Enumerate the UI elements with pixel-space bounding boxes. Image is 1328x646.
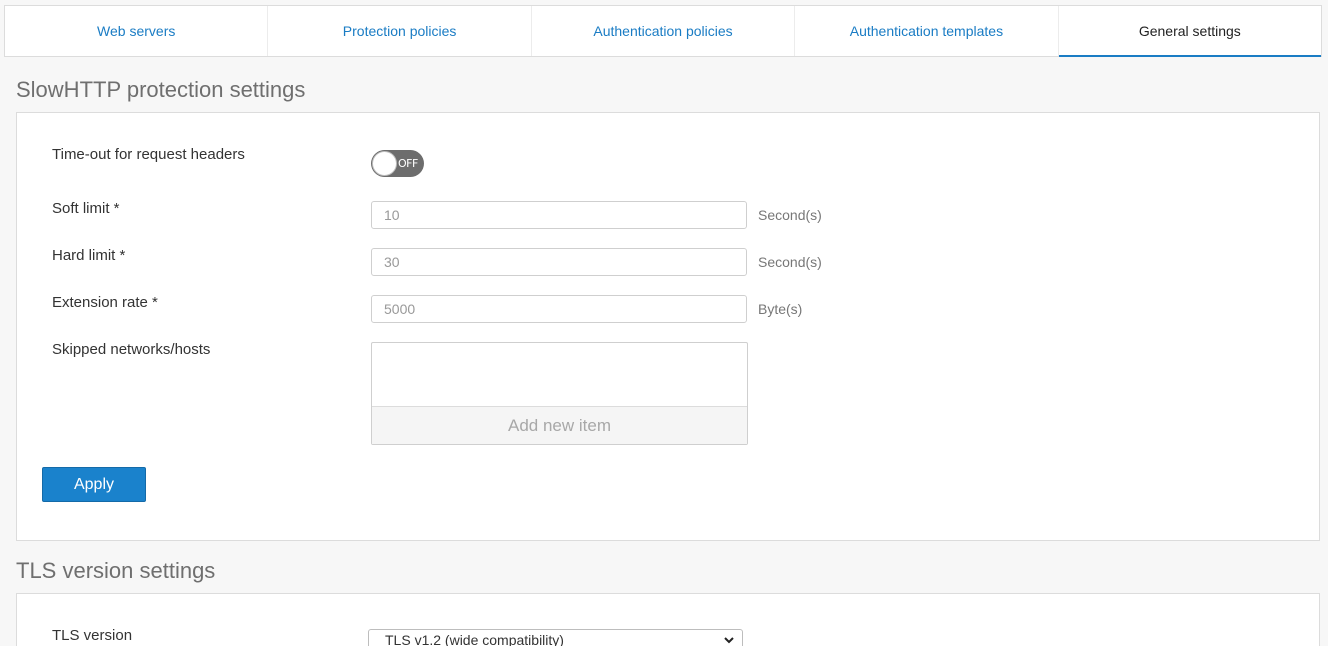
tab-protection-policies[interactable]: Protection policies <box>268 6 532 56</box>
tls-version-select[interactable]: TLS v1.2 (wide compatibility) <box>368 629 743 646</box>
tab-general-settings[interactable]: General settings <box>1058 6 1322 57</box>
toggle-knob <box>372 151 397 176</box>
tab-authentication-policies[interactable]: Authentication policies <box>532 6 796 56</box>
skipped-hosts-list[interactable]: Add new item <box>371 342 748 445</box>
hard-limit-label: Hard limit * <box>52 247 126 264</box>
tab-bar: Web servers Protection policies Authenti… <box>4 5 1322 57</box>
soft-limit-input[interactable] <box>371 201 747 229</box>
toggle-state-label: OFF <box>398 157 418 170</box>
tab-web-servers[interactable]: Web servers <box>5 6 269 56</box>
skipped-hosts-label: Skipped networks/hosts <box>52 341 211 358</box>
extension-rate-input[interactable] <box>371 295 747 323</box>
tls-version-value: TLS v1.2 (wide compatibility) <box>385 632 564 646</box>
chevron-down-icon <box>724 637 734 644</box>
add-new-item-button[interactable]: Add new item <box>372 406 747 444</box>
timeout-toggle[interactable]: OFF <box>371 150 424 177</box>
tls-section-title: TLS version settings <box>16 558 216 583</box>
timeout-label: Time-out for request headers <box>52 146 245 163</box>
hard-limit-input[interactable] <box>371 248 747 276</box>
tab-authentication-templates[interactable]: Authentication templates <box>795 6 1059 56</box>
hard-limit-unit: Second(s) <box>758 254 822 270</box>
extension-rate-label: Extension rate * <box>52 294 158 311</box>
slowhttp-section-title: SlowHTTP protection settings <box>16 77 306 102</box>
skipped-hosts-items <box>372 343 747 407</box>
apply-button[interactable]: Apply <box>42 467 146 502</box>
tls-panel: TLS version TLS v1.2 (wide compatibility… <box>16 593 1320 646</box>
tls-version-label: TLS version <box>52 627 133 644</box>
soft-limit-label: Soft limit * <box>52 200 120 217</box>
extension-rate-unit: Byte(s) <box>758 301 803 317</box>
soft-limit-unit: Second(s) <box>758 207 822 223</box>
slowhttp-panel: Time-out for request headers OFF Soft li… <box>16 112 1320 541</box>
